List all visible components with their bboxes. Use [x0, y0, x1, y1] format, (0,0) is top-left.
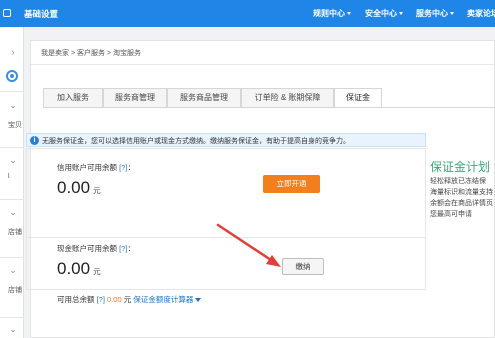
arrow-shaft — [216, 223, 276, 264]
annotation-arrow — [216, 223, 281, 267]
